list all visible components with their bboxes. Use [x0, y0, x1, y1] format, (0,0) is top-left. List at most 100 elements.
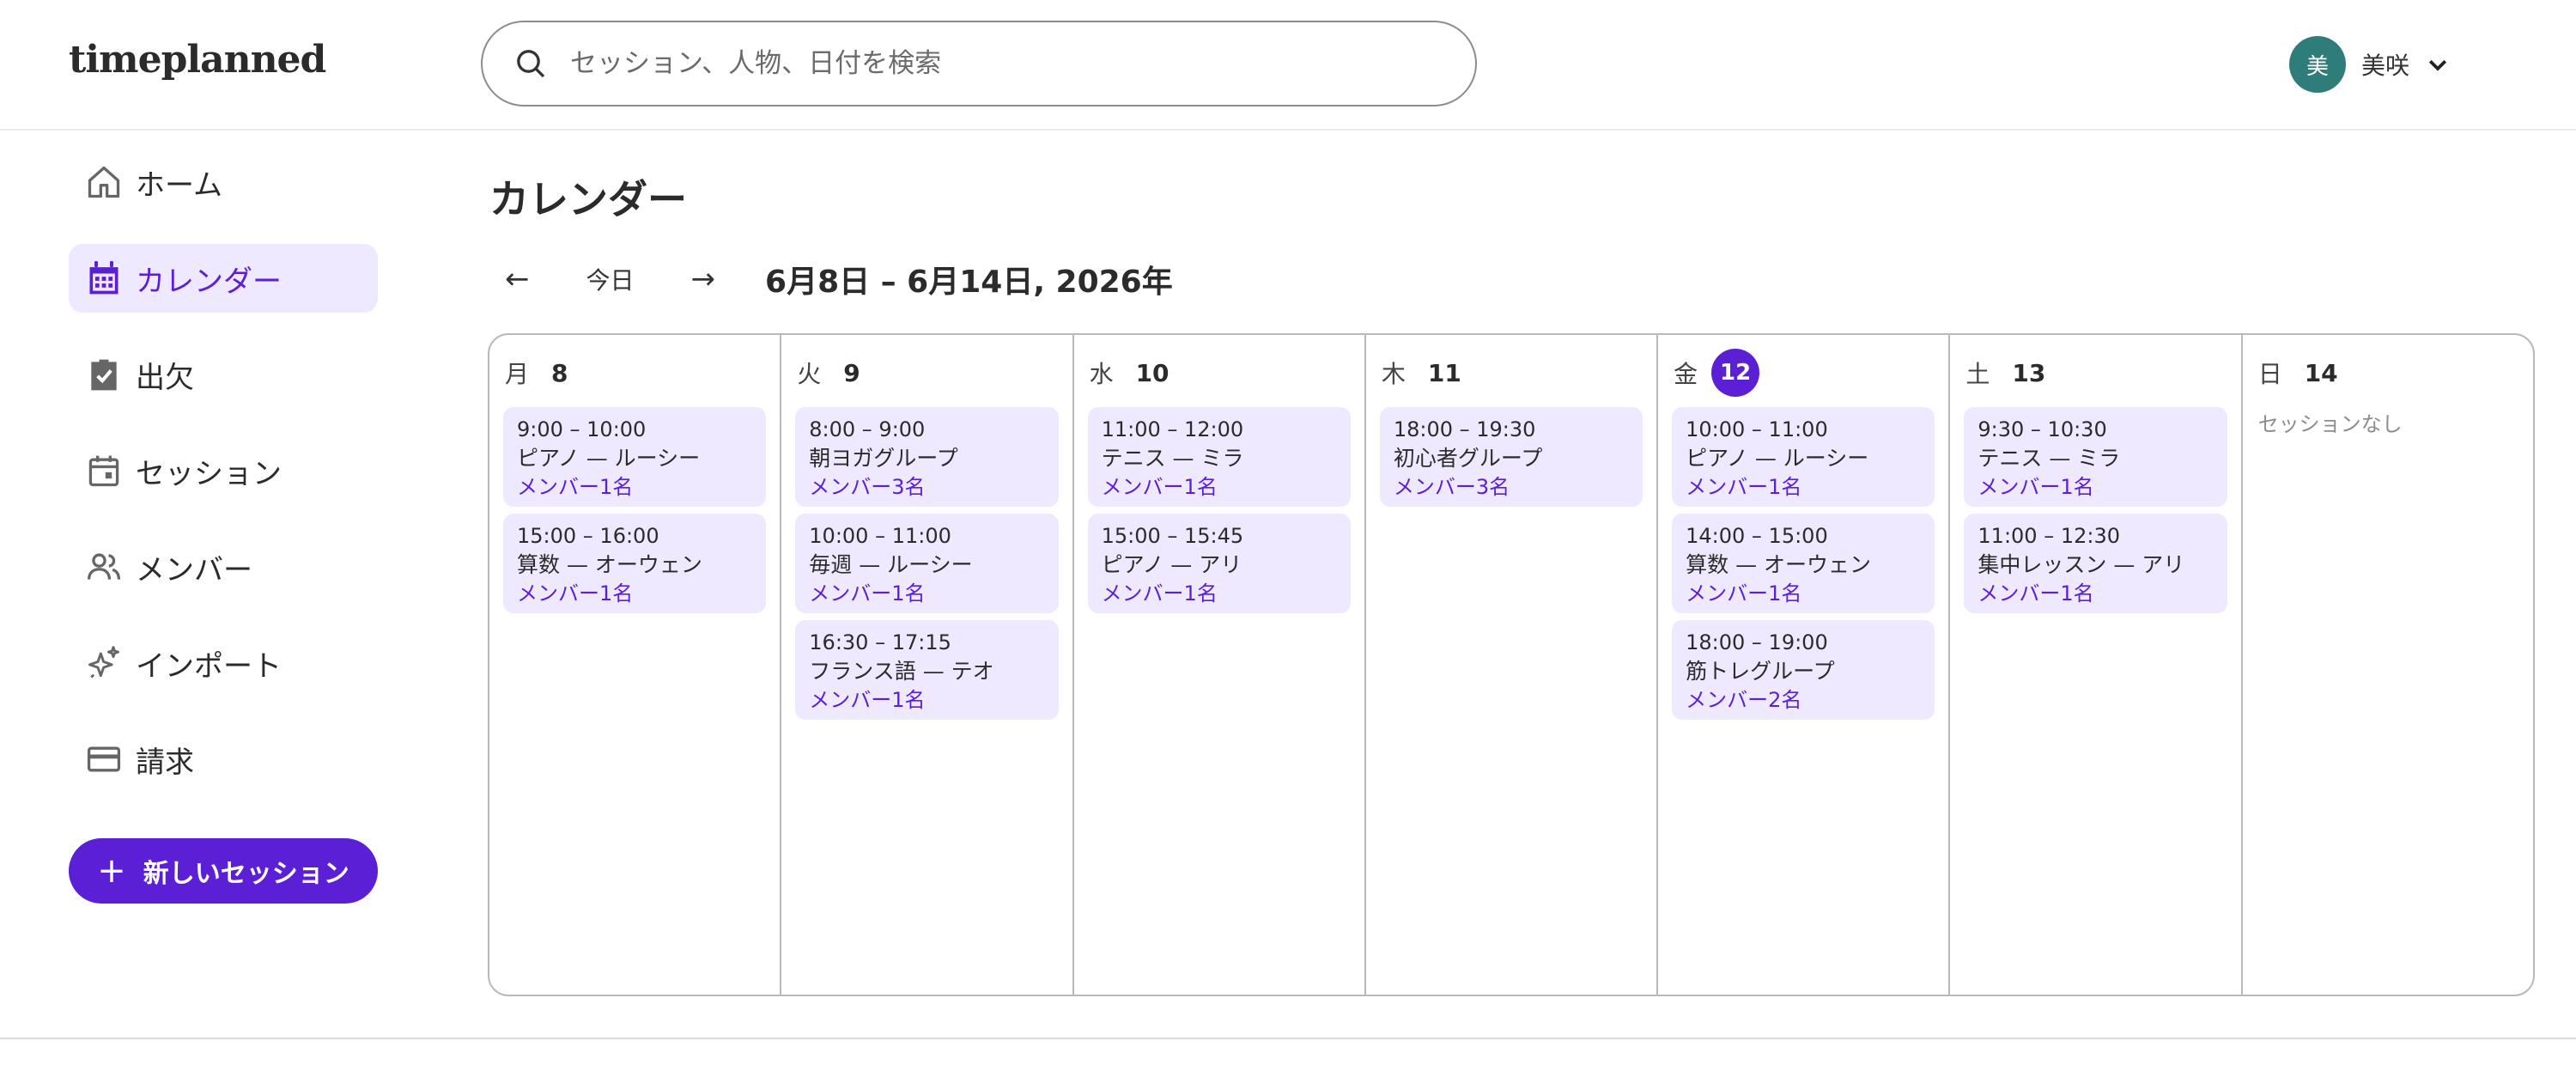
session-time: 16:30 – 17:15 [809, 630, 951, 654]
session-card[interactable]: 18:00 – 19:00 筋トレグループ メンバー2名 [1672, 620, 1935, 720]
clipboard-check-icon [84, 355, 124, 394]
day-header: 月 8 [503, 349, 766, 397]
session-title: フランス語 — テオ [809, 659, 994, 684]
session-members: メンバー1名 [809, 688, 926, 712]
session-time: 15:00 – 15:45 [1101, 524, 1244, 548]
session-members: メンバー1名 [1978, 581, 2094, 606]
sidebar-item-billing[interactable]: 請求 [69, 725, 378, 794]
sidebar-item-home[interactable]: ホーム [69, 148, 378, 216]
day-column: 月 8 9:00 – 10:00 ピアノ — ルーシー メンバー1名 15:00… [489, 335, 782, 995]
sidebar-item-sessions[interactable]: セッション [69, 436, 378, 505]
session-members: メンバー1名 [1101, 581, 1218, 606]
user-menu[interactable]: 美 美咲 [2289, 36, 2451, 93]
sidebar-item-import[interactable]: インポート [69, 629, 378, 697]
today-day-number: 12 [1711, 349, 1760, 397]
search-bar[interactable] [481, 21, 1477, 106]
chevron-down-icon[interactable] [2425, 52, 2451, 77]
session-card[interactable]: 15:00 – 15:45 ピアノ — アリ メンバー1名 [1087, 514, 1351, 613]
session-time: 9:30 – 10:30 [1978, 417, 2107, 441]
calendar-toolbar: ← 今日 → 6月8日 – 6月14日, 2026年 [489, 249, 1173, 309]
search-input[interactable] [570, 48, 1429, 79]
session-card[interactable]: 18:00 – 19:30 初心者グループ メンバー3名 [1379, 407, 1643, 507]
next-week-button[interactable]: → [676, 262, 732, 296]
day-column: 土 13 9:30 – 10:30 テニス — ミラ メンバー1名 11:00 … [1950, 335, 2243, 995]
session-members: メンバー3名 [809, 475, 926, 499]
sidebar: ホーム カレンダー 出欠 セッション メンバー インポート 請求 + 新しいセッ… [69, 148, 378, 904]
date-range-label: 6月8日 – 6月14日, 2026年 [765, 265, 1173, 300]
session-members: メンバー1名 [1978, 475, 2094, 499]
session-title: 初心者グループ [1393, 446, 1543, 471]
day-header: 水 10 [1088, 349, 1351, 397]
avatar[interactable]: 美 [2289, 36, 2346, 93]
session-members: メンバー1名 [809, 581, 926, 606]
day-column: 木 11 18:00 – 19:30 初心者グループ メンバー3名 [1366, 335, 1659, 995]
session-card[interactable]: 9:00 – 10:00 ピアノ — ルーシー メンバー1名 [503, 407, 767, 507]
session-time: 10:00 – 11:00 [809, 524, 951, 548]
session-members: メンバー1名 [517, 475, 634, 499]
session-time: 9:00 – 10:00 [517, 417, 647, 441]
session-time: 11:00 – 12:30 [1978, 524, 2120, 548]
new-session-button[interactable]: + 新しいセッション [69, 838, 378, 904]
calendar-grid-icon [84, 259, 124, 298]
day-header: 土 13 [1964, 349, 2227, 397]
sidebar-item-label: セッション [136, 456, 282, 491]
today-button[interactable]: 今日 [571, 262, 650, 296]
session-card[interactable]: 8:00 – 9:00 朝ヨガグループ メンバー3名 [795, 407, 1059, 507]
session-card[interactable]: 11:00 – 12:30 集中レッスン — アリ メンバー1名 [1964, 514, 2227, 613]
session-card[interactable]: 15:00 – 16:00 算数 — オーウェン メンバー1名 [503, 514, 767, 613]
session-card[interactable]: 10:00 – 11:00 毎週 — ルーシー メンバー1名 [795, 514, 1059, 613]
session-members: メンバー3名 [1393, 475, 1510, 499]
people-icon [84, 547, 124, 587]
session-card[interactable]: 9:30 – 10:30 テニス — ミラ メンバー1名 [1964, 407, 2227, 507]
session-title: ピアノ — アリ [1101, 552, 1242, 577]
day-column: 火 9 8:00 – 9:00 朝ヨガグループ メンバー3名 10:00 – 1… [781, 335, 1074, 995]
session-card[interactable]: 14:00 – 15:00 算数 — オーウェン メンバー1名 [1672, 514, 1935, 613]
search-icon [517, 50, 545, 78]
day-column: 金 12 10:00 – 11:00 ピアノ — ルーシー メンバー1名 14:… [1658, 335, 1951, 995]
session-title: テニス — ミラ [1101, 446, 1244, 471]
calendar-icon [84, 451, 124, 490]
sidebar-item-members[interactable]: メンバー [69, 532, 378, 601]
sidebar-item-label: カレンダー [136, 264, 282, 299]
day-of-week: 火 [797, 360, 822, 388]
day-column: 水 10 11:00 – 12:00 テニス — ミラ メンバー1名 15:00… [1074, 335, 1366, 995]
app-logo[interactable]: timeplanned [69, 38, 326, 82]
session-members: メンバー1名 [1686, 475, 1802, 499]
sidebar-item-attendance[interactable]: 出欠 [69, 340, 378, 409]
home-icon [84, 162, 124, 202]
session-time: 18:00 – 19:30 [1393, 417, 1536, 441]
session-title: 毎週 — ルーシー [809, 552, 973, 577]
sidebar-item-label: インポート [136, 648, 282, 684]
day-of-week: 木 [1381, 360, 1406, 388]
week-calendar: 月 8 9:00 – 10:00 ピアノ — ルーシー メンバー1名 15:00… [488, 333, 2535, 996]
day-number: 8 [551, 358, 568, 387]
day-of-week: 金 [1674, 360, 1698, 388]
plus-icon: + [97, 851, 126, 891]
session-card[interactable]: 11:00 – 12:00 テニス — ミラ メンバー1名 [1087, 407, 1351, 507]
top-header: timeplanned 美 美咲 [0, 0, 2576, 131]
session-card[interactable]: 10:00 – 11:00 ピアノ — ルーシー メンバー1名 [1672, 407, 1935, 507]
session-title: 朝ヨガグループ [809, 446, 958, 471]
new-session-label: 新しいセッション [143, 859, 349, 889]
day-number: 13 [2012, 358, 2046, 387]
credit-card-icon [84, 739, 124, 779]
no-sessions-label: セッションなし [2257, 412, 2403, 436]
session-time: 14:00 – 15:00 [1686, 524, 1828, 548]
sidebar-item-label: メンバー [136, 552, 252, 587]
footer-divider [0, 1038, 2576, 1039]
day-header: 火 9 [795, 349, 1058, 397]
day-number: 9 [843, 358, 860, 387]
day-number: 14 [2304, 358, 2338, 387]
session-card[interactable]: 16:30 – 17:15 フランス語 — テオ メンバー1名 [795, 620, 1059, 720]
day-of-week: 月 [505, 360, 530, 388]
user-name: 美咲 [2361, 52, 2410, 80]
day-of-week: 水 [1089, 360, 1114, 388]
day-column: 日 14 セッションなし [2243, 335, 2533, 995]
prev-week-button[interactable]: ← [489, 262, 545, 296]
sidebar-item-calendar[interactable]: カレンダー [69, 244, 378, 313]
session-members: メンバー1名 [517, 581, 634, 606]
session-title: テニス — ミラ [1978, 446, 2121, 471]
session-members: メンバー2名 [1686, 688, 1802, 712]
session-title: 算数 — オーウェン [1686, 552, 1872, 577]
session-title: ピアノ — ルーシー [1686, 446, 1869, 471]
